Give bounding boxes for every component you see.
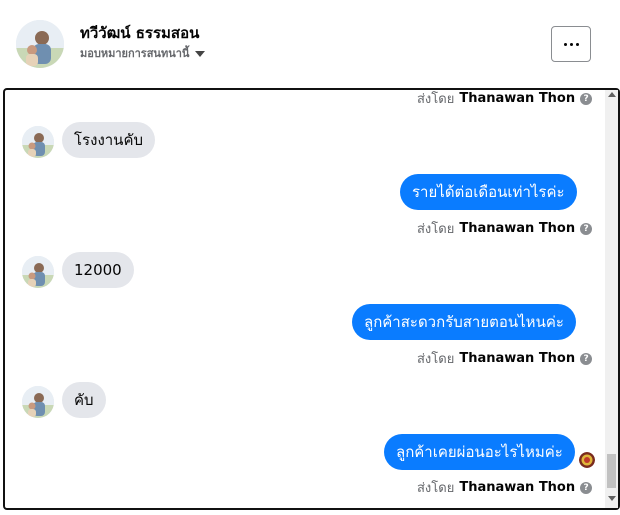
- contact-photo-icon: [22, 126, 54, 158]
- scroll-up-arrow-icon[interactable]: [608, 92, 616, 97]
- outgoing-message-bubble[interactable]: รายได้ต่อเดือนเท่าไรค่ะ: [400, 174, 577, 210]
- assign-conversation-label: มอบหมายการสนทนานี้: [80, 47, 190, 60]
- incoming-message-bubble[interactable]: โรงงานคับ: [62, 122, 155, 158]
- contact-photo-icon: [16, 20, 64, 68]
- contact-avatar[interactable]: [16, 20, 64, 68]
- more-options-button[interactable]: [551, 26, 591, 62]
- contact-photo-icon: [22, 256, 54, 288]
- sent-by-prefix: ส่งโดย: [417, 481, 455, 496]
- sent-by-label: ส่งโดย Thanawan Thon ?: [417, 348, 593, 369]
- sent-by-label: ส่งโดย Thanawan Thon ?: [417, 477, 593, 498]
- scrollbar-thumb[interactable]: [607, 454, 616, 488]
- sent-by-prefix: ส่งโดย: [417, 222, 455, 237]
- assign-conversation-dropdown[interactable]: มอบหมายการสนทนานี้: [80, 44, 206, 62]
- more-dot: [569, 42, 573, 46]
- sender-name: Thanawan Thon: [459, 351, 576, 366]
- help-icon[interactable]: ?: [580, 222, 593, 235]
- sender-name: Thanawan Thon: [459, 221, 576, 236]
- sent-by-prefix: ส่งโดย: [417, 92, 455, 107]
- more-dot: [575, 42, 579, 46]
- contact-avatar-small[interactable]: [22, 126, 54, 158]
- vertical-scrollbar[interactable]: [605, 90, 618, 508]
- contact-avatar-small[interactable]: [22, 386, 54, 418]
- sender-name: Thanawan Thon: [459, 91, 576, 106]
- sender-name: Thanawan Thon: [459, 480, 576, 495]
- incoming-message-bubble[interactable]: คับ: [62, 382, 106, 418]
- help-icon[interactable]: ?: [580, 92, 593, 105]
- incoming-message-bubble[interactable]: 12000: [62, 252, 134, 288]
- contact-photo-icon: [22, 386, 54, 418]
- conversation-header: ทวีวัฒน์ ธรรมสอน มอบหมายการสนทนานี้: [0, 0, 620, 88]
- seen-avatar-icon: [579, 452, 595, 468]
- scroll-down-arrow-icon[interactable]: [608, 496, 616, 501]
- caret-down-icon: [195, 51, 206, 57]
- more-horizontal-icon: [563, 42, 567, 46]
- contact-avatar-small[interactable]: [22, 256, 54, 288]
- outgoing-message-bubble[interactable]: ลูกค้าเคยผ่อนอะไรไหมค่ะ: [384, 434, 575, 470]
- seen-indicator-icon: [579, 452, 595, 468]
- help-icon[interactable]: ?: [580, 352, 593, 365]
- sent-by-label: ส่งโดย Thanawan Thon ?: [417, 88, 593, 109]
- outgoing-message-bubble[interactable]: ลูกค้าสะดวกรับสายตอนไหนค่ะ: [352, 304, 576, 340]
- sent-by-label: ส่งโดย Thanawan Thon ?: [417, 218, 593, 239]
- contact-name[interactable]: ทวีวัฒน์ ธรรมสอน: [80, 21, 199, 45]
- sent-by-prefix: ส่งโดย: [417, 352, 455, 367]
- help-icon[interactable]: ?: [580, 481, 593, 494]
